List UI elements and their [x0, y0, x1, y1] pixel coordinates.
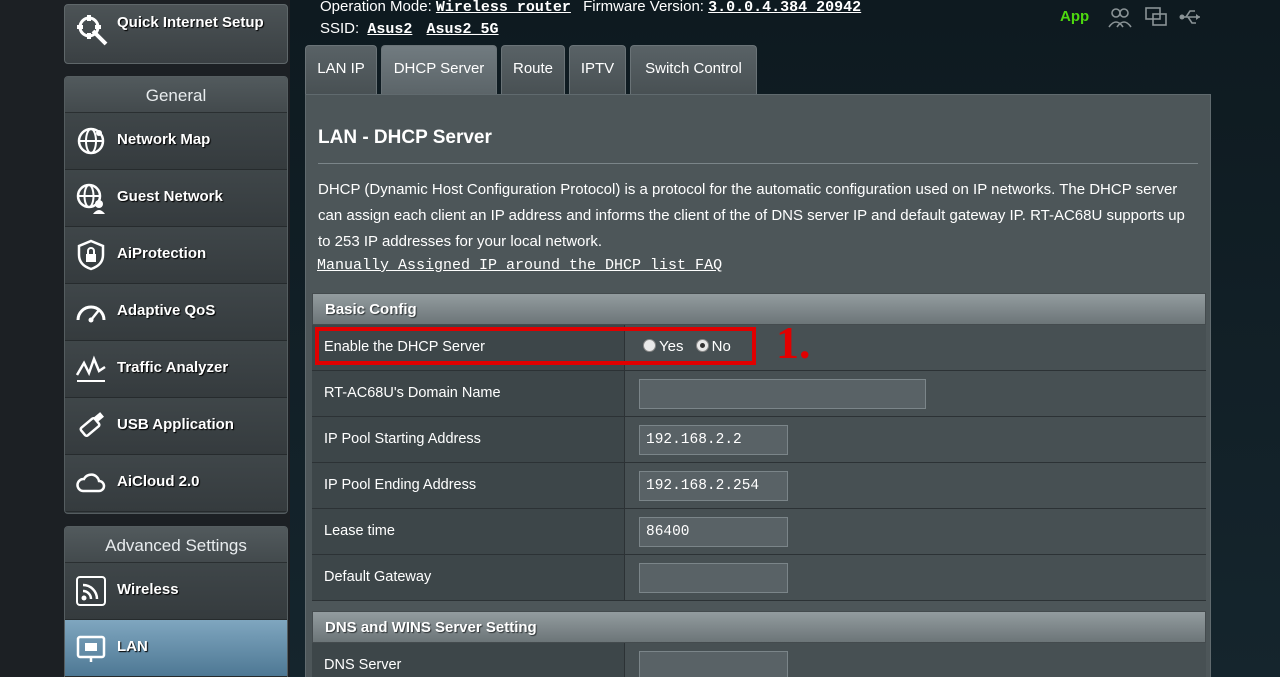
row-default-gateway: Default Gateway — [312, 555, 1206, 601]
default-gateway-input[interactable] — [639, 563, 788, 593]
users-icon[interactable] — [1108, 6, 1132, 28]
guest-network-icon — [76, 183, 105, 214]
title-divider — [318, 163, 1198, 164]
operation-mode-link[interactable]: Wireless router — [436, 0, 571, 16]
lease-time-input[interactable]: 86400 — [639, 517, 788, 547]
sidebar-item-label: AiProtection — [117, 245, 207, 262]
shield-lock-icon — [77, 239, 105, 271]
pool-start-input[interactable]: 192.168.2.2 — [639, 425, 788, 455]
traffic-analyzer-icon — [75, 355, 106, 382]
sidebar-item-label: Guest Network — [117, 188, 223, 205]
firmware-label: Firmware Version: — [583, 0, 704, 15]
dns-server-label: DNS Server — [312, 643, 624, 677]
usb-status-icon[interactable] — [1178, 6, 1202, 28]
tab-lan-ip[interactable]: LAN IP — [305, 45, 377, 95]
tab-switch-control[interactable]: Switch Control — [630, 45, 757, 95]
lan-icon — [76, 635, 106, 662]
wireless-icon — [76, 576, 106, 606]
ssid-2g-link[interactable]: Asus2 — [367, 21, 412, 38]
annotation-step-number: 1. — [776, 317, 811, 368]
router-info: Operation Mode: Wireless router Firmware… — [320, 0, 869, 40]
pool-end-value: 192.168.2.254 — [624, 463, 1206, 508]
magic-wand-icon — [77, 15, 108, 46]
section-basic-config: Basic Config — [312, 293, 1206, 325]
sidebar-item-label: AiCloud 2.0 — [117, 473, 200, 490]
row-dns-server: DNS Server — [312, 643, 1206, 677]
sidebar-advanced-title: Advanced Settings — [65, 527, 287, 563]
page-description: DHCP (Dynamic Host Configuration Protoco… — [318, 181, 1185, 250]
usb-icon — [79, 412, 104, 438]
network-map-icon — [77, 127, 105, 155]
dns-server-value — [624, 643, 1206, 677]
sidebar-item-label: USB Application — [117, 416, 234, 433]
tab-iptv[interactable]: IPTV — [569, 45, 626, 95]
sidebar-item-label: Adaptive QoS — [117, 302, 216, 319]
section-dns-wins: DNS and WINS Server Setting — [312, 611, 1206, 643]
domain-name-input[interactable] — [639, 379, 926, 409]
pool-end-label: IP Pool Ending Address — [312, 463, 624, 508]
operation-mode-label: Operation Mode: — [320, 0, 432, 15]
sidebar-item-adaptive-qos[interactable]: Adaptive QoS — [65, 284, 287, 341]
ssid-5g-link[interactable]: Asus2_5G — [427, 21, 499, 38]
sidebar-item-label: Wireless — [117, 581, 179, 598]
quick-internet-setup-label: Quick Internet Setup — [117, 14, 264, 31]
speedometer-icon — [76, 305, 106, 323]
sidebar-item-guest-network[interactable]: Guest Network — [65, 170, 287, 227]
quick-internet-setup-button[interactable]: Quick Internet Setup — [64, 4, 288, 64]
row-pool-start: IP Pool Starting Address 192.168.2.2 — [312, 417, 1206, 463]
pool-end-input[interactable]: 192.168.2.254 — [639, 471, 788, 501]
lease-time-label: Lease time — [312, 509, 624, 554]
sidebar-item-wireless[interactable]: Wireless — [65, 563, 287, 620]
domain-name-value — [624, 371, 1206, 416]
sidebar-item-label: Network Map — [117, 131, 211, 148]
sidebar-item-traffic-analyzer[interactable]: Traffic Analyzer — [65, 341, 287, 398]
sidebar-item-aicloud[interactable]: AiCloud 2.0 — [65, 455, 287, 512]
annotation-highlight-box — [315, 327, 756, 365]
faq-link[interactable]: Manually Assigned IP around the DHCP lis… — [317, 257, 722, 274]
tab-dhcp-server[interactable]: DHCP Server — [381, 45, 497, 95]
page-title: LAN - DHCP Server — [318, 127, 492, 148]
default-gateway-value — [624, 555, 1206, 600]
main-panel: LAN - DHCP Server DHCP (Dynamic Host Con… — [305, 94, 1211, 677]
default-gateway-label: Default Gateway — [312, 555, 624, 600]
sidebar-general: General Network Map Guest Network AiProt… — [64, 76, 288, 514]
devices-icon[interactable] — [1144, 6, 1168, 28]
sidebar-item-label: LAN — [117, 638, 148, 655]
sidebar-item-lan[interactable]: LAN — [65, 620, 287, 677]
pool-start-label: IP Pool Starting Address — [312, 417, 624, 462]
sidebar-item-aiprotection[interactable]: AiProtection — [65, 227, 287, 284]
pool-start-value: 192.168.2.2 — [624, 417, 1206, 462]
firmware-version-link[interactable]: 3.0.0.4.384_20942 — [708, 0, 861, 16]
row-pool-end: IP Pool Ending Address 192.168.2.254 — [312, 463, 1206, 509]
sidebar-item-network-map[interactable]: Network Map — [65, 113, 287, 170]
lease-time-value: 86400 — [624, 509, 1206, 554]
dns-server-input[interactable] — [639, 651, 788, 677]
app-link[interactable]: App — [1060, 8, 1089, 25]
domain-name-label: RT-AC68U's Domain Name — [312, 371, 624, 416]
sidebar-item-usb-application[interactable]: USB Application — [65, 398, 287, 455]
sidebar-item-label: Traffic Analyzer — [117, 359, 229, 376]
sidebar-general-title: General — [65, 77, 287, 113]
tab-route[interactable]: Route — [501, 45, 565, 95]
row-domain-name: RT-AC68U's Domain Name — [312, 371, 1206, 417]
ssid-label: SSID: — [320, 20, 360, 37]
row-lease-time: Lease time 86400 — [312, 509, 1206, 555]
sidebar-advanced: Advanced Settings Wireless LAN — [64, 526, 288, 677]
cloud-icon — [76, 473, 106, 493]
